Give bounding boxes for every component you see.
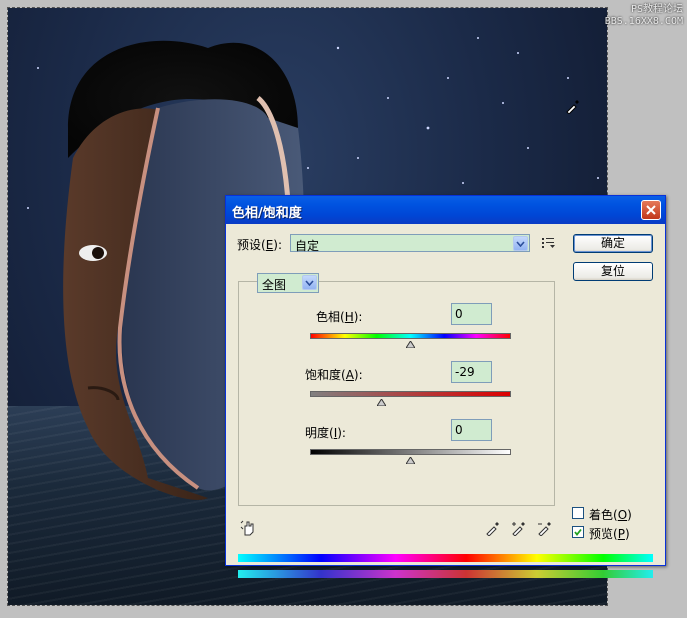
preset-options-icon[interactable] (542, 237, 556, 249)
preview-label-text: 预览 (589, 527, 614, 541)
dialog-title: 色相/饱和度 (232, 206, 302, 221)
colorize-label: 着色(O) (589, 508, 632, 522)
eyedropper-minus-icon[interactable] (537, 520, 553, 536)
saturation-slider-thumb[interactable] (376, 399, 386, 406)
hue-key: H (344, 310, 354, 324)
preset-dropdown[interactable]: 自定 (290, 234, 530, 253)
lightness-key: I (333, 426, 338, 440)
lightness-label-text: 明度 (305, 426, 330, 440)
hue-slider-track[interactable] (310, 333, 511, 339)
lightness-slider-track[interactable] (310, 449, 511, 455)
adjustment-group: 全图 色相(H): 0 饱和度(A): -29 明度(I): 0 (238, 273, 555, 506)
saturation-label-text: 饱和度 (305, 368, 342, 382)
colorize-key: O (617, 508, 628, 522)
preset-label-text: 预设 (237, 238, 262, 252)
chevron-down-icon[interactable] (513, 236, 528, 251)
close-button[interactable] (641, 200, 661, 220)
checkmark-icon (574, 528, 582, 536)
close-icon (646, 205, 656, 215)
ok-button[interactable]: 确定 (573, 234, 653, 253)
preview-label: 预览(P) (589, 527, 630, 541)
saturation-label: 饱和度(A): (305, 368, 363, 382)
watermark-line-1: PS教程论坛 (630, 4, 683, 15)
eyedropper-cursor-icon (566, 100, 579, 114)
saturation-input[interactable]: -29 (451, 361, 492, 383)
output-spectrum-bar (238, 570, 653, 578)
hue-label: 色相(H): (316, 310, 363, 324)
watermark: PS教程论坛 BBS.16XX8.COM (605, 4, 683, 28)
colorize-checkbox[interactable] (572, 507, 584, 519)
preview-checkbox[interactable] (572, 526, 584, 538)
dialog-title-bar[interactable]: 色相/饱和度 (226, 196, 665, 224)
reset-button[interactable]: 复位 (573, 262, 653, 281)
lightness-input[interactable]: 0 (451, 419, 492, 441)
channel-value: 全图 (262, 278, 287, 292)
saturation-slider-track[interactable] (310, 391, 511, 397)
hand-adjust-icon[interactable] (240, 520, 256, 536)
preset-value: 自定 (295, 239, 320, 253)
lightness-slider-thumb[interactable] (406, 457, 415, 464)
channel-dropdown[interactable]: 全图 (257, 273, 319, 293)
saturation-key: A (345, 368, 354, 382)
input-spectrum-bar (238, 554, 653, 562)
colorize-label-text: 着色 (589, 508, 614, 522)
preset-label: 预设(E): (237, 238, 283, 252)
preset-key: E (265, 238, 274, 252)
lightness-label: 明度(I): (305, 426, 346, 440)
hue-saturation-dialog[interactable]: 色相/饱和度 预设(E): 自定 确定 复位 全图 色相(H): 0 饱和度(A… (225, 195, 666, 578)
eyedropper-plus-icon[interactable] (511, 520, 527, 536)
preview-key: P (617, 527, 625, 541)
watermark-line-2: BBS.16XX8.COM (604, 16, 683, 27)
hue-input[interactable]: 0 (451, 303, 492, 325)
channel-chevron-down-icon[interactable] (302, 275, 317, 290)
hue-label-text: 色相 (316, 310, 341, 324)
hue-slider-thumb[interactable] (406, 341, 415, 348)
dialog-body: 预设(E): 自定 确定 复位 全图 色相(H): 0 饱和度(A): -29 (226, 224, 665, 578)
eyedropper-icon[interactable] (485, 520, 501, 536)
